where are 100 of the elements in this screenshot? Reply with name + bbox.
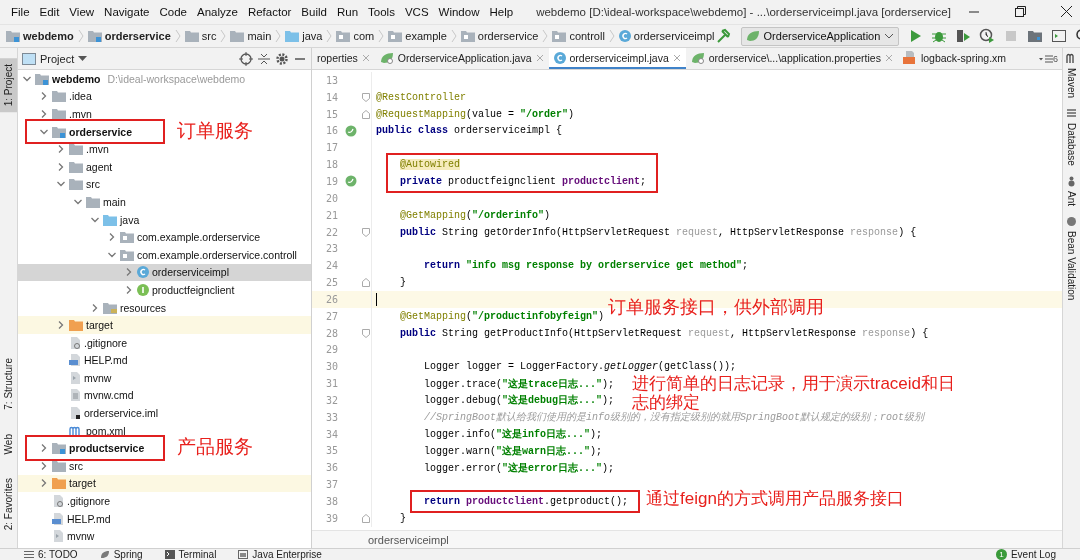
fold-marker-icon[interactable] [362,513,370,523]
fold-marker-icon[interactable] [362,92,370,102]
tree-item[interactable]: HELP.md [18,351,311,370]
line-number: 25 [324,277,339,289]
menu-item[interactable]: Edit [34,6,65,18]
module-folder-icon [87,30,102,42]
tree-item[interactable]: resources [18,298,311,317]
caret-icon [884,32,895,40]
tool-window-button[interactable]: Database [1064,103,1079,171]
menu-item[interactable]: VCS [399,6,434,18]
editor-breadcrumb[interactable]: orderserviceimpl [368,533,449,546]
panel-title[interactable]: Project [40,52,75,65]
menu-item[interactable]: Window [433,6,485,18]
tree-item[interactable]: .gitignore [18,333,311,352]
fold-marker-icon[interactable] [362,278,370,288]
collapse-all-icon[interactable] [257,51,271,66]
fold-marker-icon[interactable] [362,328,370,338]
line-number: 15 [324,108,339,120]
tree-item[interactable]: src [18,457,311,475]
list-icon [24,550,34,559]
tool-window-button[interactable]: Spring [99,549,143,560]
line-number: 16 [324,125,339,137]
tree-item[interactable]: com.example.orderservice [18,228,311,246]
tree-item[interactable]: .idea [18,87,311,106]
tree-item[interactable]: productfeignclient [18,281,311,299]
tree-item[interactable]: agent [18,157,311,176]
menu-item[interactable]: Tools [363,6,400,18]
tree-item[interactable]: src [18,175,311,194]
line-number: 24 [324,260,339,272]
list-icon [1039,54,1053,63]
editor-tab[interactable]: orderserviceimpl.java [548,48,686,69]
tool-window-button[interactable]: 1: Project [0,58,17,113]
tree-item[interactable]: mvnw [18,369,311,387]
tree-item[interactable]: orderservice.iml [18,404,311,422]
tree-item[interactable]: productservice 产品服务 [18,439,311,458]
line-number: 18 [324,159,339,171]
tree-item[interactable]: com.example.orderservice.controll [18,245,311,264]
menu-item[interactable]: Run [331,6,364,18]
fold-marker-icon[interactable] [362,227,370,237]
menu-item[interactable]: Navigate [99,6,155,18]
locate-icon[interactable] [239,51,253,66]
caret-icon[interactable] [78,55,88,62]
menu-item[interactable]: Help [484,6,519,18]
tool-window-button[interactable]: 2: Favorites [0,472,17,537]
spring-leaf-icon [745,30,760,42]
script-file-icon [52,530,64,543]
tab-overflow-button[interactable]: 6 [1035,48,1062,69]
menu-item[interactable]: Build [296,6,332,18]
menu-item[interactable]: Refactor [242,6,297,18]
tree-item[interactable]: .mvn [18,140,311,158]
breadcrumb-item[interactable]: example [388,30,447,42]
tree-item[interactable]: mvnw.cmd [18,386,311,405]
tool-window-button[interactable]: Web [0,427,17,461]
breadcrumb-item[interactable]: orderservice [87,30,171,42]
terminal-window-icon[interactable] [1051,28,1068,44]
breadcrumb-item[interactable]: src [184,30,217,42]
tree-item[interactable]: .gitignore [18,492,311,510]
event-log-button[interactable]: 1 Event Log [995,549,1056,560]
tool-window-button[interactable]: Java Enterprise [238,549,322,560]
settings-icon[interactable] [275,51,289,66]
tool-window-button[interactable]: Terminal [164,549,217,560]
menu-item[interactable]: View [64,6,100,18]
tree-item[interactable]: HELP.md [18,509,311,528]
profiler-icon[interactable] [979,28,996,44]
breadcrumb-item[interactable]: webdemo [6,30,74,42]
tree-item[interactable]: target [18,474,311,493]
breadcrumb-item[interactable]: main [230,30,272,42]
tree-item[interactable]: orderserviceimpl [18,263,311,282]
editor-tab[interactable]: orderservice\...\application.properties [685,48,898,69]
tool-window-button[interactable]: Bean Validation [1064,210,1079,306]
breadcrumb-item[interactable]: controll [552,30,605,42]
run-configuration-dropdown[interactable]: OrderserviceApplication [740,26,900,46]
tree-item[interactable]: webdemo D:\ideal-workspace\webdemo [18,70,311,88]
line-number: 13 [324,74,339,86]
fold-marker-icon[interactable] [362,109,370,119]
line-number: 37 [324,479,339,491]
line-number: 27 [324,310,339,322]
menu-item[interactable]: Analyze [191,6,243,18]
editor-tab[interactable]: OrderserviceApplication.java [374,48,549,69]
menu-item[interactable]: File [6,6,35,18]
project-structure-icon[interactable] [1027,28,1044,44]
breadcrumb-item[interactable]: com [336,30,375,42]
tool-window-button[interactable]: Maven [1064,48,1079,103]
script-file-icon [69,371,81,384]
tree-item[interactable]: orderservice 订单服务 [18,122,311,141]
tree-item[interactable]: main [18,193,311,211]
tree-item[interactable]: target [18,316,311,334]
line-number: 20 [324,192,339,204]
breadcrumb-item[interactable]: java [285,30,323,42]
code-line: public class orderserviceimpl { [376,125,563,137]
menu-item[interactable]: Code [154,6,192,18]
tree-item[interactable]: java [18,210,311,229]
tool-window-button[interactable]: 6: TODO [24,549,78,560]
tool-window-button[interactable]: Ant [1064,170,1079,211]
breadcrumb-item[interactable]: orderservice [460,30,539,42]
tool-window-button[interactable]: 7: Structure [0,352,17,416]
breadcrumb-item[interactable]: orderserviceimpl [618,30,715,42]
editor-tab[interactable]: roperties [312,48,375,69]
editor-tab[interactable]: logback-spring.xm [897,48,1012,69]
tree-item[interactable]: mvnw [18,527,311,546]
